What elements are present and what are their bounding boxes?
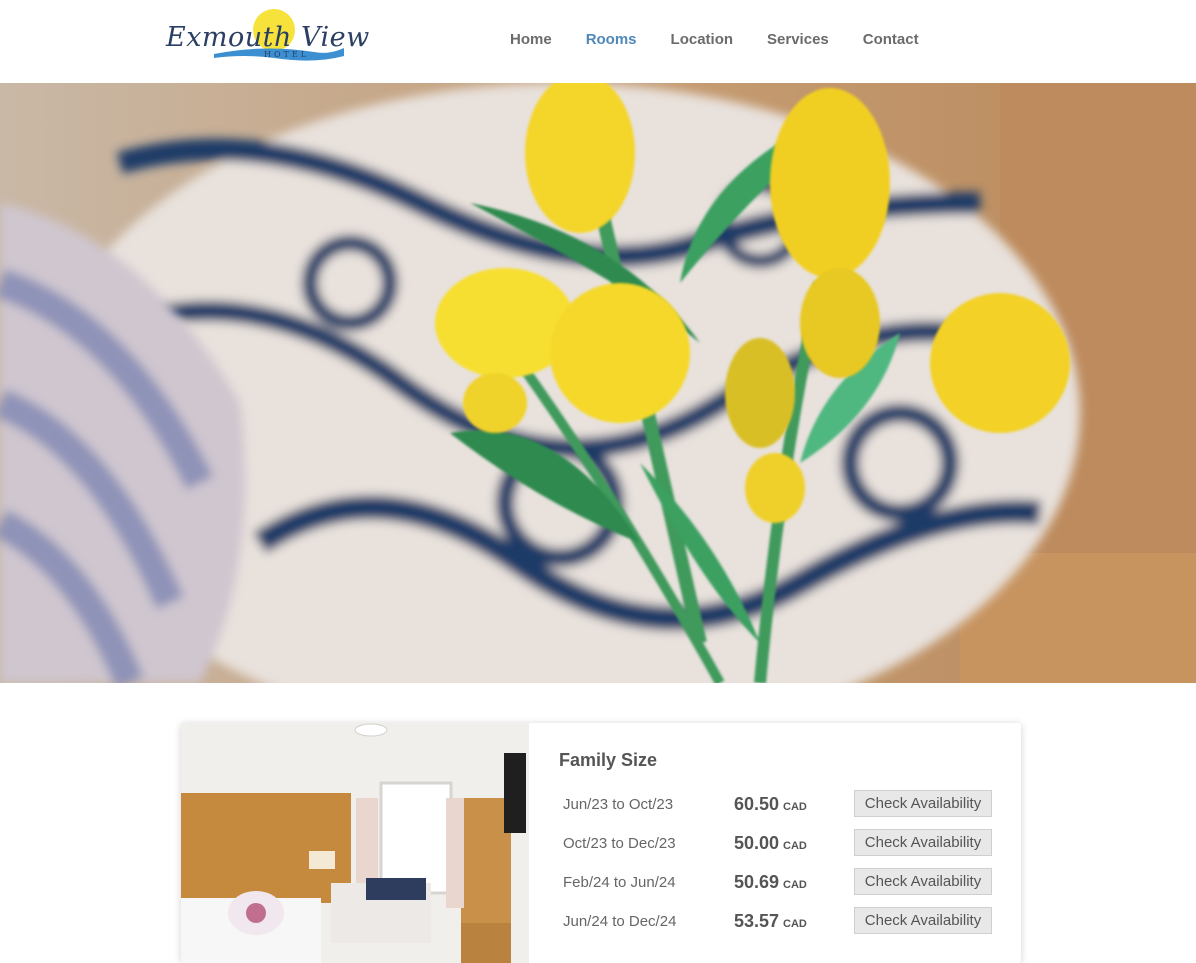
check-availability-button[interactable]: Check Availability (854, 829, 992, 856)
price-currency: CAD (783, 840, 807, 852)
nav-item-home[interactable]: Home (510, 31, 552, 48)
nav-item-rooms[interactable]: Rooms (586, 31, 637, 48)
nav-item-location[interactable]: Location (671, 31, 734, 48)
room-title: Family Size (559, 750, 658, 770)
hotel-logo[interactable]: Exmouth View HOTEL (164, 8, 369, 64)
nav-item-contact[interactable]: Contact (863, 31, 919, 48)
site-header: Exmouth View HOTEL Home Rooms Location S… (0, 0, 1196, 83)
check-availability-button[interactable]: Check Availability (854, 868, 992, 895)
price-currency: CAD (783, 879, 807, 891)
hero-image (0, 83, 1196, 683)
room-photo[interactable] (181, 723, 529, 963)
rate-row: Jun/24 to Dec/24 53.57 CAD Check Availabi… (563, 907, 993, 946)
price-value: 53.57 (734, 911, 780, 931)
room-card: Family Size Jun/23 to Oct/23 60.50 CAD Ch… (181, 723, 1021, 963)
rate-price: 60.50 CAD (734, 794, 807, 815)
price-value: 50.00 (734, 833, 780, 853)
check-availability-button[interactable]: Check Availability (854, 790, 992, 817)
rate-dates: Jun/23 to Oct/23 (563, 796, 674, 813)
logo-subtitle: HOTEL (264, 50, 310, 59)
check-availability-button[interactable]: Check Availability (854, 907, 992, 934)
rates-list: Jun/23 to Oct/23 60.50 CAD Check Availabi… (563, 790, 993, 946)
price-value: 60.50 (734, 794, 780, 814)
hero-flowers-photo (0, 83, 1196, 683)
rate-row: Feb/24 to Jun/24 50.69 CAD Check Availabi… (563, 868, 993, 907)
rate-price: 50.00 CAD (734, 833, 807, 854)
rate-dates: Oct/23 to Dec/23 (563, 835, 676, 852)
rate-row: Jun/23 to Oct/23 60.50 CAD Check Availabi… (563, 790, 993, 829)
rate-dates: Jun/24 to Dec/24 (563, 913, 677, 930)
logo-name: Exmouth View (166, 22, 370, 53)
room-photo-image (181, 723, 529, 963)
price-value: 50.69 (734, 872, 780, 892)
rate-row: Oct/23 to Dec/23 50.00 CAD Check Availabi… (563, 829, 993, 868)
rate-price: 53.57 CAD (734, 911, 807, 932)
price-currency: CAD (783, 918, 807, 930)
rate-price: 50.69 CAD (734, 872, 807, 893)
rate-dates: Feb/24 to Jun/24 (563, 874, 676, 891)
nav-item-services[interactable]: Services (767, 31, 829, 48)
main-nav: Home Rooms Location Services Contact (510, 31, 953, 48)
price-currency: CAD (783, 801, 807, 813)
